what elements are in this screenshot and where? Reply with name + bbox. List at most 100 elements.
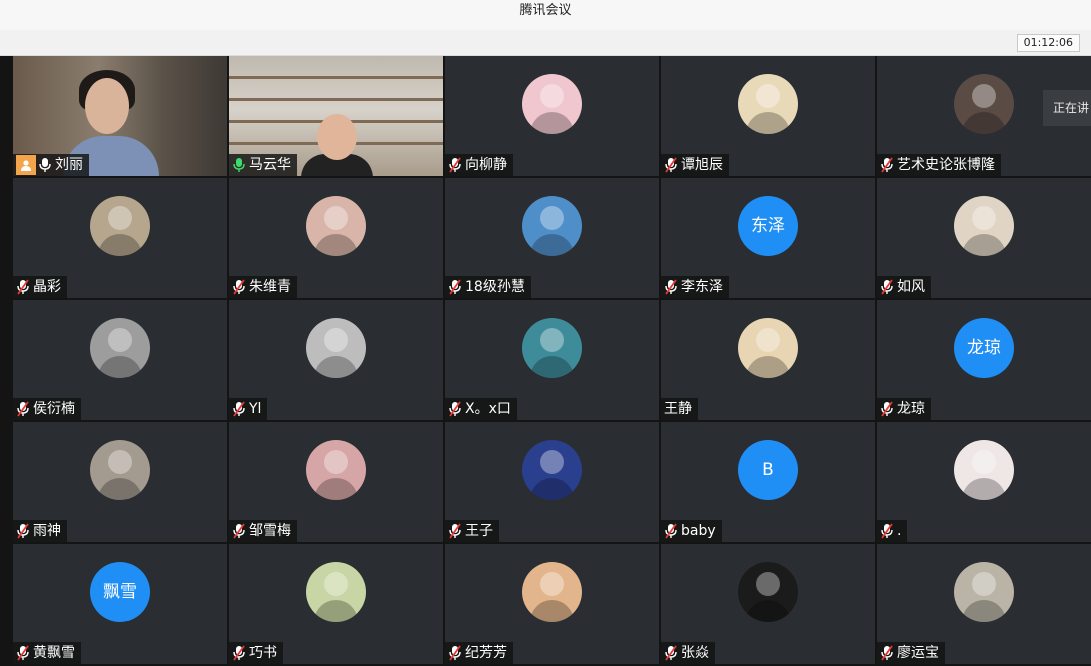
participant-name-tag: 王静 (661, 398, 698, 420)
participant-name-tag: 龙琼 (877, 398, 931, 420)
participant-tile[interactable]: 侯衍楠 (13, 300, 227, 420)
participant-name-tag: 朱维青 (229, 276, 297, 298)
mic-muted-icon (665, 279, 677, 295)
mic-muted-icon (665, 523, 677, 539)
participant-name: 朱维青 (249, 279, 291, 295)
mic-muted-icon (881, 645, 893, 661)
toolbar: 01:12:06 (0, 30, 1091, 56)
mic-muted-icon (449, 279, 461, 295)
mic-muted-icon (17, 645, 29, 661)
mic-muted-icon (233, 523, 245, 539)
participant-tile[interactable]: 张焱 (661, 544, 875, 664)
participant-tile[interactable]: 向柳静 (445, 56, 659, 176)
participant-tile[interactable]: 王子 (445, 422, 659, 542)
participant-name: . (897, 523, 902, 539)
participant-tile[interactable]: Bbaby (661, 422, 875, 542)
participant-tile[interactable]: 龙琼 龙琼 (877, 300, 1091, 420)
avatar (522, 196, 582, 256)
participant-name-tag: 廖运宝 (877, 642, 945, 664)
participant-name: 谭旭辰 (681, 157, 723, 173)
participant-name: 王静 (664, 401, 692, 417)
host-icon (16, 155, 36, 175)
participant-name: 向柳静 (465, 157, 507, 173)
participant-name-tag: 向柳静 (445, 154, 513, 176)
participant-tile[interactable]: 巧书 (229, 544, 443, 664)
meeting-timer: 01:12:06 (1016, 34, 1080, 52)
mic-icon (39, 158, 51, 172)
participant-tile[interactable]: 马云华 (229, 56, 443, 176)
participant-name: 艺术史论张博隆 (897, 157, 995, 173)
participant-tile[interactable]: 谭旭辰 (661, 56, 875, 176)
participant-tile[interactable]: 晶彩 (13, 178, 227, 298)
avatar: 龙琼 (954, 318, 1014, 378)
avatar (738, 562, 798, 622)
participant-name: 张焱 (681, 645, 709, 661)
mic-muted-icon (665, 157, 677, 173)
participant-name-tag: 张焱 (661, 642, 715, 664)
participant-name-tag: 刘丽 (13, 154, 89, 176)
avatar (522, 318, 582, 378)
participant-tile[interactable]: 飘雪 黄飘雪 (13, 544, 227, 664)
mic-muted-icon (881, 401, 893, 417)
participant-grid: 刘丽 马云华 向柳静 谭旭辰 艺术史论张博隆晶彩 朱维青 18级孙慧 东泽 李东泽 如风侯衍楠 Yl… (0, 56, 1091, 666)
avatar (522, 562, 582, 622)
participant-tile[interactable]: 东泽 李东泽 (661, 178, 875, 298)
participant-name-tag: 马云华 (229, 154, 297, 176)
participant-name: 龙琼 (897, 401, 925, 417)
avatar: B (738, 440, 798, 500)
participant-tile[interactable]: . (877, 422, 1091, 542)
participant-name: 廖运宝 (897, 645, 939, 661)
participant-name-tag: 18级孙慧 (445, 276, 531, 298)
participant-name-tag: 王子 (445, 520, 499, 542)
avatar (90, 196, 150, 256)
participant-name-tag: 谭旭辰 (661, 154, 729, 176)
participant-name: 晶彩 (33, 279, 61, 295)
participant-tile[interactable]: X。x口 (445, 300, 659, 420)
participant-tile[interactable]: 邹雪梅 (229, 422, 443, 542)
mic-icon (233, 158, 245, 172)
avatar (738, 74, 798, 134)
window-title: 腾讯会议 (0, 0, 1091, 30)
participant-tile[interactable]: 朱维青 (229, 178, 443, 298)
participant-name: X。x口 (465, 401, 511, 417)
participant-name-tag: 晶彩 (13, 276, 67, 298)
avatar (954, 440, 1014, 500)
mic-muted-icon (449, 401, 461, 417)
participant-name-tag: 李东泽 (661, 276, 729, 298)
avatar (954, 74, 1014, 134)
avatar (522, 440, 582, 500)
mic-muted-icon (233, 645, 245, 661)
participant-name-tag: baby (661, 520, 722, 542)
participant-tile[interactable]: 廖运宝 (877, 544, 1091, 664)
participant-tile[interactable]: 纪芳芳 (445, 544, 659, 664)
participant-name-tag: 艺术史论张博隆 (877, 154, 1001, 176)
participant-name: Yl (249, 401, 262, 417)
mic-muted-icon (449, 523, 461, 539)
participant-name-tag: 黄飘雪 (13, 642, 81, 664)
participant-tile[interactable]: Yl (229, 300, 443, 420)
participant-name-tag: 邹雪梅 (229, 520, 297, 542)
avatar (306, 562, 366, 622)
avatar (522, 74, 582, 134)
participant-name: baby (681, 523, 716, 539)
participant-tile[interactable]: 刘丽 (13, 56, 227, 176)
avatar (738, 318, 798, 378)
participant-name-tag: 侯衍楠 (13, 398, 81, 420)
avatar (90, 318, 150, 378)
participant-name-tag: 如风 (877, 276, 931, 298)
mic-muted-icon (233, 279, 245, 295)
participant-name-tag: Yl (229, 398, 268, 420)
participant-name: 雨神 (33, 523, 61, 539)
participant-tile[interactable]: 18级孙慧 (445, 178, 659, 298)
participant-name-tag: 巧书 (229, 642, 283, 664)
mic-muted-icon (17, 279, 29, 295)
mic-muted-icon (449, 645, 461, 661)
participant-tile[interactable]: 如风 (877, 178, 1091, 298)
avatar: 飘雪 (90, 562, 150, 622)
mic-muted-icon (449, 157, 461, 173)
avatar (306, 440, 366, 500)
avatar (306, 318, 366, 378)
participant-tile[interactable]: 雨神 (13, 422, 227, 542)
participant-tile[interactable]: 王静 (661, 300, 875, 420)
participant-name: 邹雪梅 (249, 523, 291, 539)
